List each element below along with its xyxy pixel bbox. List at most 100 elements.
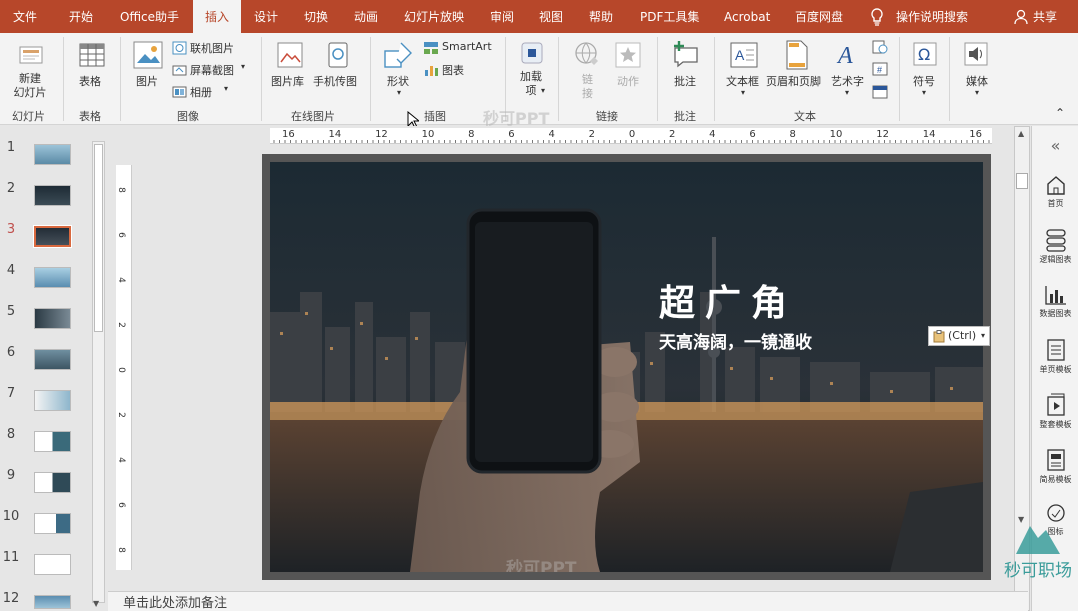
panel-item-home[interactable]: 首页 xyxy=(1032,174,1078,209)
slide-subtitle[interactable]: 天高海阔，一镜通收 xyxy=(659,328,812,353)
header-footer-button[interactable]: 页眉和页脚 xyxy=(766,73,821,89)
gallery-icon[interactable] xyxy=(277,42,303,72)
picture-icon[interactable] xyxy=(133,41,163,73)
comment-button[interactable]: 批注 xyxy=(674,73,696,89)
menu-help[interactable]: 帮助 xyxy=(589,0,613,33)
chevron-down-icon[interactable]: ▾ xyxy=(922,88,926,97)
chart-icon[interactable] xyxy=(423,62,439,81)
addins-icon[interactable] xyxy=(521,42,543,68)
menu-baidu-netdisk[interactable]: 百度网盘 xyxy=(795,0,843,33)
panel-item-single-template[interactable]: 单页模板 xyxy=(1032,338,1078,375)
symbol-omega-icon[interactable]: Ω xyxy=(913,42,937,70)
wordart-icon[interactable]: A xyxy=(836,41,860,73)
textbox-icon[interactable]: A xyxy=(730,41,758,73)
menu-view[interactable]: 视图 xyxy=(539,0,563,33)
menu-office-assistant[interactable]: Office助手 xyxy=(120,0,179,33)
slide-thumbnail[interactable] xyxy=(34,390,71,411)
chevron-down-icon[interactable]: ▾ xyxy=(541,86,545,95)
paste-options-button[interactable]: (Ctrl) ▾ xyxy=(928,326,990,346)
symbol-button[interactable]: 符号 xyxy=(913,73,935,89)
menu-home[interactable]: 开始 xyxy=(69,0,93,33)
online-picture-icon[interactable] xyxy=(172,40,187,59)
slide-number-icon[interactable]: # xyxy=(872,61,888,80)
notes-placeholder[interactable]: 单击此处添加备注 xyxy=(123,592,227,611)
share-person-icon[interactable] xyxy=(1013,9,1029,28)
share-button[interactable]: 共享 xyxy=(1033,0,1057,33)
media-speaker-icon[interactable] xyxy=(964,42,988,70)
panel-item-full-template[interactable]: 整套模板 xyxy=(1032,393,1078,430)
screenshot-icon[interactable] xyxy=(172,62,187,81)
menu-pdf-tools[interactable]: PDF工具集 xyxy=(640,0,699,33)
slide-thumbnail[interactable] xyxy=(34,144,71,165)
smartart-button[interactable]: SmartArt xyxy=(442,40,492,53)
link-button[interactable]: 链 接 xyxy=(582,73,593,101)
chevron-down-icon[interactable]: ▾ xyxy=(845,88,849,97)
new-slide-icon[interactable] xyxy=(17,41,45,73)
chevron-down-icon[interactable]: ▾ xyxy=(397,88,401,97)
album-button[interactable]: 相册 xyxy=(190,84,212,100)
chart-button[interactable]: 图表 xyxy=(442,62,464,78)
new-slide-button[interactable]: 新建 幻灯片 xyxy=(7,72,53,100)
slide-thumbnail[interactable] xyxy=(34,267,71,288)
menu-animations[interactable]: 动画 xyxy=(354,0,378,33)
scrollbar-thumb[interactable] xyxy=(94,144,103,332)
chevron-down-icon[interactable]: ▾ xyxy=(241,62,245,71)
notes-pane[interactable]: 单击此处添加备注 xyxy=(108,591,1028,611)
table-icon[interactable] xyxy=(79,43,105,71)
tell-me-search[interactable]: 操作说明搜索 xyxy=(896,0,968,33)
slide-title[interactable]: 超广角 xyxy=(659,274,797,326)
action-star-icon[interactable] xyxy=(615,42,641,72)
gallery-button[interactable]: 图片库 xyxy=(271,73,304,89)
slide-thumbnail[interactable] xyxy=(34,513,71,534)
collapse-panel-icon[interactable]: « xyxy=(1032,136,1078,155)
table-button[interactable]: 表格 xyxy=(79,73,101,89)
date-time-icon[interactable] xyxy=(872,39,888,58)
header-footer-icon[interactable] xyxy=(786,40,808,74)
comment-icon[interactable] xyxy=(671,40,701,72)
addins-button[interactable]: 加载 项 xyxy=(520,70,542,98)
smartart-icon[interactable] xyxy=(423,40,439,59)
menu-file[interactable]: 文件 xyxy=(13,0,37,33)
menu-insert[interactable]: 插入 xyxy=(193,0,241,33)
shapes-icon[interactable] xyxy=(383,41,415,75)
textbox-button[interactable]: 文本框 xyxy=(726,73,759,89)
chevron-down-icon[interactable]: ▾ xyxy=(741,88,745,97)
menu-acrobat[interactable]: Acrobat xyxy=(724,0,770,33)
scroll-down-arrow-icon[interactable]: ▼ xyxy=(93,599,99,608)
shapes-button[interactable]: 形状 xyxy=(387,73,409,89)
online-picture-button[interactable]: 联机图片 xyxy=(190,40,234,56)
panel-item-simple-template[interactable]: 简易模板 xyxy=(1032,448,1078,485)
wordart-button[interactable]: 艺术字 xyxy=(831,73,864,89)
panel-item-data-chart[interactable]: 数据图表 xyxy=(1032,284,1078,319)
slide-canvas[interactable]: 超广角 天高海阔，一镜通收 秒可PPT xyxy=(262,154,991,580)
group-separator xyxy=(120,37,121,121)
slide-thumbnail[interactable] xyxy=(34,185,71,206)
menu-transitions[interactable]: 切换 xyxy=(304,0,328,33)
slide-thumbnail[interactable] xyxy=(34,308,71,329)
action-button[interactable]: 动作 xyxy=(617,73,639,89)
collapse-ribbon-icon[interactable]: ⌃ xyxy=(1055,106,1065,120)
chevron-down-icon[interactable]: ▾ xyxy=(224,84,228,93)
slide-thumbnail[interactable] xyxy=(34,554,71,575)
slide-thumbnail[interactable] xyxy=(34,349,71,370)
screenshot-button[interactable]: 屏幕截图 xyxy=(190,62,234,78)
phone-picture-icon[interactable] xyxy=(326,42,350,72)
media-button[interactable]: 媒体 xyxy=(966,73,988,89)
menu-review[interactable]: 审阅 xyxy=(490,0,514,33)
slide-thumbnail[interactable] xyxy=(34,595,71,609)
object-icon[interactable] xyxy=(872,84,888,103)
menu-design[interactable]: 设计 xyxy=(254,0,278,33)
phone-picture-button[interactable]: 手机传图 xyxy=(313,73,357,89)
scroll-up-arrow-icon[interactable]: ▲ xyxy=(1018,129,1024,138)
album-icon[interactable] xyxy=(172,84,187,103)
slide-thumbnail[interactable] xyxy=(34,431,71,452)
menu-slideshow[interactable]: 幻灯片放映 xyxy=(404,0,464,33)
picture-button[interactable]: 图片 xyxy=(136,73,158,89)
slide-thumbnail[interactable] xyxy=(34,472,71,493)
thumbnail-scrollbar[interactable] xyxy=(92,141,105,603)
panel-item-logic-chart[interactable]: 逻辑图表 xyxy=(1032,228,1078,265)
link-globe-icon[interactable] xyxy=(574,41,602,73)
chevron-down-icon[interactable]: ▾ xyxy=(975,88,979,97)
slide-thumbnail-selected[interactable] xyxy=(33,225,72,248)
scrollbar-thumb[interactable] xyxy=(1016,173,1028,189)
